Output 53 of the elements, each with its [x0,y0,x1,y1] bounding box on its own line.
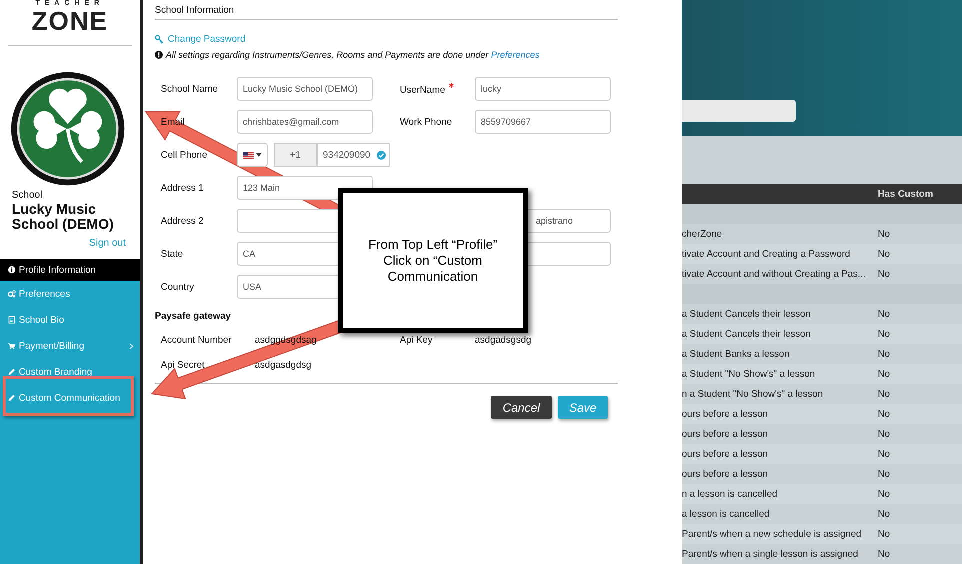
table-cell-text: ours before a lesson [682,448,770,460]
field-label: UserName [400,82,454,96]
table-cell: No [878,348,890,360]
table-cell-text: ours before a lesson [682,408,770,420]
field-label: State [161,248,184,260]
table-cell: No [878,328,890,340]
table-header: Has Custom [682,184,962,204]
table-cell-text: n a lesson is cancelled [682,488,779,500]
section-heading: Paysafe gateway [155,311,232,322]
logo-wordmark: ZONE [32,8,108,34]
settings-notice: All settings regarding Instruments/Genres, Rooms and Payments are done under Preferences [166,50,540,60]
table-cell-text: Parent/s when a new schedule is assigned [682,528,863,540]
table-cell: No [878,468,890,480]
field-label: Country [161,282,194,292]
table-cell: No [878,308,890,320]
table-cell-text: tivate Account and without Creating a Pas... [682,268,867,280]
table-cell: No [878,388,890,400]
field-label: Api Secret [161,360,205,371]
table-cell: No [878,528,890,540]
table-cell: No [878,248,890,260]
table-cell: No [878,488,890,500]
table-cell-text: ours before a lesson [682,428,770,440]
table-cell: No [878,448,890,460]
field-label: Address 2 [161,216,204,226]
dial-code: +1 [274,143,317,167]
table-cell: No [878,548,890,560]
table-cell-text: cherZone [682,228,724,240]
section-subtitle: School Information [155,5,236,16]
school-name: Lucky Music School (DEMO) [12,202,115,232]
field-label: Api Key [400,335,433,346]
table-cell-text: a Student Cancels their lesson [682,328,812,340]
school-caption: School [12,190,44,201]
table-cell: No [878,428,890,440]
table-cell: No [878,268,890,280]
field-value: asdgasdgdsg [255,360,312,371]
table-cell: No [878,228,890,240]
table-cell-text: a Student Cancels their lesson [682,308,812,320]
table-cell-text: Parent/s when a single lesson is assigned [682,548,860,560]
field-label: Cell Phone [161,150,208,160]
table-cell-text: a Student "No Show's" a lesson [682,368,816,380]
table-cell: No [878,408,890,420]
table-cell: No [878,508,890,520]
table-cell-text: ours before a lesson [682,468,770,480]
table-cell-text: a lesson is cancelled [682,508,771,520]
field-label: Address 1 [161,182,204,194]
field-label: Work Phone [400,116,452,128]
table-cell-text: n a Student "No Show's" a lesson [682,388,824,400]
table-cell: No [878,368,890,380]
field-value: asdgadsgsdg [475,335,532,346]
table-cell-text: tivate Account and Creating a Password [682,248,852,260]
table-cell-text: a Student Banks a lesson [682,348,791,360]
field-label: Account Number [161,335,232,346]
field-label: School Name [161,84,218,94]
